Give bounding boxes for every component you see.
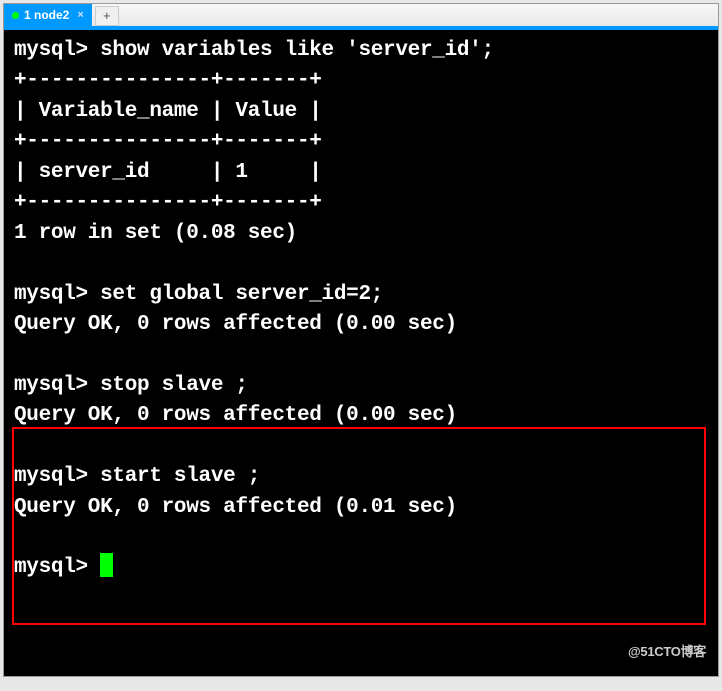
terminal-output[interactable]: mysql> show variables like 'server_id'; … bbox=[4, 30, 718, 676]
terminal-line: +---------------+-------+ bbox=[14, 69, 322, 92]
terminal-line: mysql> start slave ; bbox=[14, 465, 260, 488]
terminal-line: Query OK, 0 rows affected (0.00 sec) bbox=[14, 404, 457, 427]
terminal-line: 1 row in set (0.08 sec) bbox=[14, 222, 297, 245]
terminal-line: | Variable_name | Value | bbox=[14, 100, 322, 123]
tab-bar: 1 node2 × + bbox=[4, 4, 718, 30]
terminal-line: mysql> set global server_id=2; bbox=[14, 283, 383, 306]
terminal-line: Query OK, 0 rows affected (0.00 sec) bbox=[14, 313, 457, 336]
terminal-line: mysql> stop slave ; bbox=[14, 374, 248, 397]
cursor-icon bbox=[100, 553, 113, 577]
terminal-line: | server_id | 1 | bbox=[14, 161, 322, 184]
terminal-prompt: mysql> bbox=[14, 556, 100, 579]
connection-status-dot bbox=[12, 12, 19, 19]
tab-node2[interactable]: 1 node2 × bbox=[4, 4, 92, 26]
terminal-line: Query OK, 0 rows affected (0.01 sec) bbox=[14, 496, 457, 519]
terminal-line: mysql> show variables like 'server_id'; bbox=[14, 39, 494, 62]
tab-label: 1 node2 bbox=[24, 8, 69, 22]
terminal-window: 1 node2 × + mysql> show variables like '… bbox=[3, 3, 719, 677]
new-tab-button[interactable]: + bbox=[95, 6, 119, 26]
highlight-annotation bbox=[12, 427, 706, 625]
close-icon[interactable]: × bbox=[77, 9, 83, 21]
terminal-line: +---------------+-------+ bbox=[14, 130, 322, 153]
watermark-text: @51CTO博客 bbox=[628, 643, 706, 662]
terminal-line: +---------------+-------+ bbox=[14, 191, 322, 214]
